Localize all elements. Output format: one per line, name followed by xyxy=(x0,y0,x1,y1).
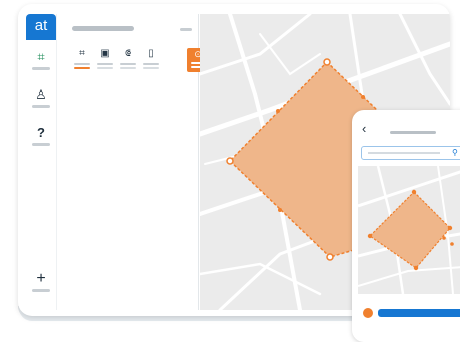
panel-collapse-dash[interactable] xyxy=(180,28,192,31)
tool-underline xyxy=(74,67,90,69)
rail-item-polygon[interactable]: ⌗ xyxy=(31,50,51,70)
phone-title-placeholder xyxy=(390,131,436,134)
phone-map-svg xyxy=(358,166,460,294)
rail-item-help[interactable]: ? xyxy=(31,126,51,146)
search-icon: ⚲ xyxy=(452,148,458,157)
line-icon: ⟃ xyxy=(125,48,131,59)
search-placeholder-line xyxy=(368,152,440,154)
tool-draw-line[interactable]: ⟃ xyxy=(119,48,137,74)
panel-title-placeholder xyxy=(72,26,134,31)
rail-item-underline xyxy=(32,67,50,70)
user-icon: ♙ xyxy=(35,87,47,102)
phone-device: ‹ ⚲ xyxy=(352,110,460,342)
rail-item-underline xyxy=(32,289,50,292)
tools-panel: ⌗ ▣ ⟃ ▯ ⊙ xyxy=(62,14,209,310)
phone-primary-button[interactable] xyxy=(378,309,460,317)
tool-draw-shape[interactable]: ▯ xyxy=(142,48,160,74)
rail-item-underline xyxy=(32,143,50,146)
rail-item-user[interactable]: ♙ xyxy=(31,88,51,108)
polygon-tool-icon: ⌗ xyxy=(37,49,45,64)
phone-search-input[interactable]: ⚲ xyxy=(361,146,460,160)
sidebar-rail: at ⌗ ♙ ? + xyxy=(26,14,57,310)
tool-label-placeholder xyxy=(97,63,113,65)
tool-draw-rectangle[interactable]: ▣ xyxy=(96,48,114,74)
add-icon: + xyxy=(36,270,46,287)
tool-label-placeholder xyxy=(120,63,136,65)
shape-icon: ▯ xyxy=(148,48,154,59)
tool-label-placeholder xyxy=(74,63,90,65)
tool-draw-polygon[interactable]: ⌗ xyxy=(73,48,91,74)
tool-label-placeholder xyxy=(143,63,159,65)
app-logo: at xyxy=(26,14,56,40)
tool-underline xyxy=(97,67,113,69)
polygon-icon: ⌗ xyxy=(79,48,85,59)
rail-item-underline xyxy=(32,105,50,108)
tool-underline xyxy=(120,67,136,69)
rail-item-add[interactable]: + xyxy=(31,270,51,292)
rectangle-icon: ▣ xyxy=(100,48,110,59)
phone-status-dot xyxy=(363,308,373,318)
phone-map-canvas[interactable] xyxy=(358,166,460,294)
tool-underline xyxy=(143,67,159,69)
phone-drawn-polygon[interactable] xyxy=(367,189,454,271)
help-icon: ? xyxy=(37,125,45,140)
back-icon[interactable]: ‹ xyxy=(362,122,366,136)
